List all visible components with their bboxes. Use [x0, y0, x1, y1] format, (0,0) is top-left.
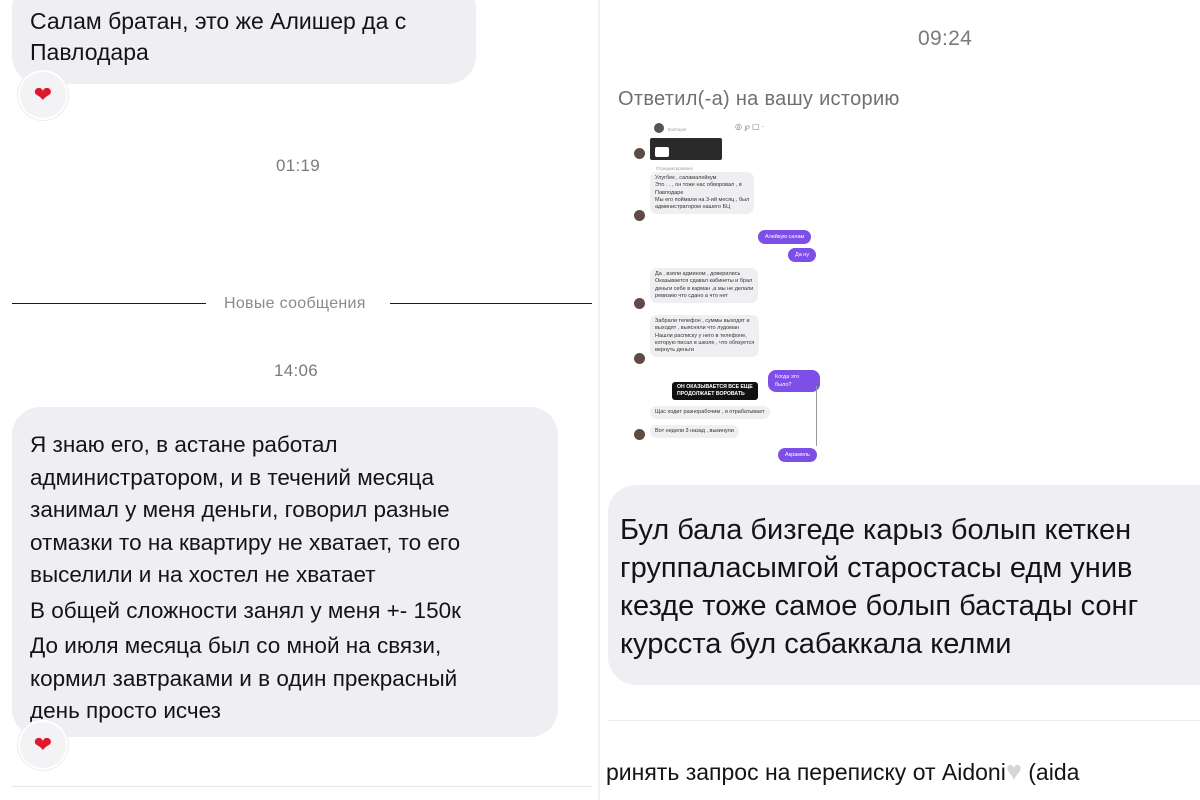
message-text: кормил завтраками и в один прекрасный — [30, 665, 458, 691]
message-text: До июля месяца был со мной на связи, — [30, 633, 442, 658]
contact-avatar — [634, 429, 645, 440]
story-header-icons: ◎ ℘ ▢ · — [735, 122, 765, 131]
story-message-2: Да , взяли админом , доверились Оказывае… — [650, 268, 759, 304]
timestamp: 09:24 — [918, 27, 973, 50]
story-header-user: bochoyer — [668, 127, 687, 132]
story-reply-3: Когда это было? — [768, 370, 820, 392]
chat-left-panel: Салам братан, это же Алишер да с Павлода… — [0, 0, 600, 800]
message-text: отмазки то на квартиру не хватает, то ег… — [30, 529, 461, 555]
request-text: ринять запрос на переписку от Aidoni — [606, 759, 1006, 785]
message-bubble-main[interactable]: Я знаю его, в астане работал администрат… — [12, 407, 558, 737]
timestamp: 01:19 — [276, 156, 321, 175]
request-divider — [608, 720, 1200, 721]
story-message-3: Забрали телефон , суммы выходят и выходя… — [650, 315, 760, 358]
story-reply-2: Да ну — [788, 248, 817, 262]
timestamp: 14:06 — [274, 361, 319, 380]
story-overlay-caption: ОН ОКАЗЫВАЕТСЯ ВСЕ ЕЩЕ ПРОДОЛЖАЕТ ВОРОВА… — [672, 382, 758, 400]
story-message-1: Улугбек , саламалейкум Это . . , он тоже… — [650, 172, 755, 215]
reply-message-bubble[interactable]: Бул бала бизгеде карыз болып кеткен груп… — [608, 485, 1200, 685]
message-text: группаласымгой старостасы едм унив — [620, 552, 1133, 584]
chat-right-panel: 09:24 Ответил(-а) на вашу историю bochoy… — [600, 0, 1200, 800]
contact-avatar — [634, 353, 645, 364]
message-text: В общей сложности занял у меня +- 150к — [30, 597, 461, 623]
message-bubble-top[interactable]: Салам братан, это же Алишер да с Павлода… — [12, 0, 476, 84]
white-heart-icon: ♥ — [1005, 756, 1022, 786]
message-text: курсста бул сабаккала келми — [620, 628, 1012, 660]
message-text: Я знаю его, в астане работал — [30, 432, 338, 457]
story-message-5: Вот недели 3 назад , выкинули — [650, 425, 739, 439]
message-text: Бул бала бизгеде карыз болып кеткен — [620, 514, 1132, 546]
request-username: (aida — [1028, 759, 1080, 785]
play-icon — [655, 147, 669, 157]
separator-line-right — [390, 303, 592, 304]
separator-line-left — [12, 303, 206, 304]
contact-avatar — [634, 298, 645, 309]
story-preview[interactable]: bochoyer ◎ ℘ ▢ · Отредактировано Улугбек… — [630, 118, 820, 470]
contact-avatar — [634, 148, 645, 159]
message-text: день просто исчез — [30, 698, 221, 723]
contact-avatar — [634, 210, 645, 221]
story-reply-1: Алейкум салам — [758, 230, 812, 244]
heart-reaction-icon[interactable]: ❤ — [18, 720, 68, 770]
bottom-divider — [12, 786, 592, 787]
message-text: Салам братан, это же Алишер да с — [30, 8, 407, 34]
heart-reaction-icon[interactable]: ❤ — [18, 70, 68, 120]
forwarded-label: Отредактировано — [656, 166, 694, 171]
message-text: Павлодара — [30, 39, 149, 65]
story-reply-4: Акрамель — [778, 448, 817, 462]
message-text: занимал у меня деньги, говорил разные — [30, 497, 450, 522]
story-reply-label: Ответил(-а) на вашу историю — [618, 88, 900, 110]
video-thumbnail — [650, 138, 722, 160]
story-message-4: Щас ходит разнорабочим , и отрабатывает — [650, 406, 770, 420]
message-request-banner[interactable]: ринять запрос на переписку от Aidoni♥ (a… — [606, 756, 1079, 787]
story-header-avatar — [654, 123, 664, 133]
message-text: выселили и на хостел не хватает — [30, 562, 376, 587]
new-messages-separator: Новые сообщения — [224, 295, 366, 312]
message-text: кезде тоже самое болып бастады сонг — [620, 590, 1139, 622]
message-text: администратором, и в течений месяца — [30, 464, 435, 490]
story-vertical-line — [816, 386, 817, 446]
